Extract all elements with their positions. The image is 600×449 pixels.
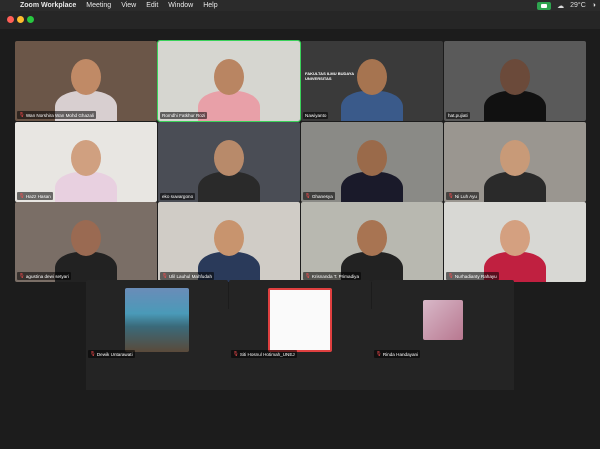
participant-video-body <box>198 172 260 202</box>
participant-tile[interactable]: 🎙 Ghanesya <box>301 122 443 202</box>
participant-video-face <box>357 220 387 256</box>
participant-name: Nurhadianty Rahayu <box>454 273 497 279</box>
participant-name: Krisnanda T. Primadiya <box>311 273 359 279</box>
weather-temperature[interactable]: 29°C <box>570 2 586 9</box>
mic-muted-icon: 🎙 <box>448 273 454 278</box>
participant-tile[interactable]: 🎙 Rinda Handayani <box>372 280 514 360</box>
participant-name: Ulil Lauhul Mahfudah <box>168 273 213 279</box>
profile-picture <box>125 288 189 352</box>
participant-name-label: Nawiyanto <box>303 112 329 119</box>
mic-muted-icon: 🎙 <box>305 273 311 278</box>
participant-name: Ni Luh Ayu <box>454 193 477 199</box>
participant-video-face <box>500 59 530 95</box>
participant-name: Ghanesya <box>311 193 333 199</box>
close-window-button[interactable] <box>7 16 14 23</box>
participant-video-face <box>71 140 101 176</box>
participant-video-body <box>341 91 403 121</box>
participant-name-label: 🎙 Ulil Lauhul Mahfudah <box>160 272 215 280</box>
participant-name: Hazz Hasan <box>25 193 51 199</box>
profile-picture <box>268 288 332 352</box>
participant-tile[interactable]: eko suwargono <box>158 122 300 202</box>
menu-app-name[interactable]: Zoom Workplace <box>20 0 76 11</box>
macos-menubar: Zoom Workplace Meeting View Edit Window … <box>0 0 600 11</box>
participant-name: eko suwargono <box>162 194 194 199</box>
participant-name-label: eko suwargono <box>160 193 196 200</box>
participant-name-label: 🎙 Ni Luh Ayu <box>446 192 479 200</box>
participant-name-label: 🎙 Krisnanda T. Primadiya <box>303 272 361 280</box>
menubar-status-area: ☁ 29°C ◑ <box>537 0 596 11</box>
mic-muted-icon: 🎙 <box>19 193 25 198</box>
participant-tile[interactable]: Romdhi Fatkhur Rozi <box>157 40 301 122</box>
participant-name: hat.pujiati <box>448 113 468 118</box>
participant-tile[interactable]: 🎙 Nurhadianty Rahayu <box>444 202 586 282</box>
participant-name-label: 🎙 Dewik Untarawati <box>88 350 135 358</box>
mic-muted-icon: 🎙 <box>162 273 168 278</box>
profile-picture <box>423 300 463 340</box>
participant-tile[interactable]: hat.pujiati <box>444 41 586 121</box>
participant-name: Nawiyanto <box>305 113 327 118</box>
participant-name: Dewik Untarawati <box>96 351 133 357</box>
zoom-window-button[interactable] <box>27 16 34 23</box>
participant-video-body <box>341 172 403 202</box>
participant-video-face <box>500 220 530 256</box>
participant-tile[interactable]: 🎙 Hazz Hasan <box>15 122 157 202</box>
menu-meeting[interactable]: Meeting <box>86 0 111 11</box>
control-center-icon[interactable]: ◑ <box>592 2 596 9</box>
mic-muted-icon: 🎙 <box>305 193 311 198</box>
menu-view[interactable]: View <box>121 0 136 11</box>
participant-video-face <box>500 140 530 176</box>
menu-help[interactable]: Help <box>203 0 217 11</box>
participant-name-label: 🎙 Siti Hosnul Hotimah_UNEJ <box>231 350 297 358</box>
participant-name-label: 🎙 Wan Norshira Wan Mohd Ghazali <box>17 111 96 119</box>
background-banner: FAKULTAS ILMU BUDAYA UNIVERSITAS <box>305 71 354 81</box>
participant-tile[interactable]: FAKULTAS ILMU BUDAYA UNIVERSITAS Nawiyant… <box>301 41 443 121</box>
participant-tile[interactable]: 🎙 Wan Norshira Wan Mohd Ghazali <box>15 41 157 121</box>
participant-video-body <box>484 172 546 202</box>
participant-name-label: 🎙 Hazz Hasan <box>17 192 53 200</box>
mic-muted-icon: 🎙 <box>233 351 239 356</box>
mic-muted-icon: 🎙 <box>90 351 96 356</box>
window-titlebar <box>0 11 600 29</box>
participant-video-face <box>214 220 244 256</box>
participant-tile[interactable]: 🎙 agustina dewi setyari <box>15 202 157 282</box>
zoom-camera-icon[interactable] <box>537 1 552 10</box>
participant-video-face <box>71 220 101 256</box>
participant-name-label: 🎙 agustina dewi setyari <box>17 272 71 280</box>
participant-name: Romdhi Fatkhur Rozi <box>162 113 206 118</box>
mic-muted-icon: 🎙 <box>19 112 25 117</box>
participant-tile[interactable]: 🎙 Krisnanda T. Primadiya <box>301 202 443 282</box>
participant-video-body <box>55 172 117 202</box>
participant-video-face <box>214 59 244 95</box>
participant-name: Rinda Handayani <box>382 351 419 357</box>
participant-tile[interactable]: 🎙 Ulil Lauhul Mahfudah <box>158 202 300 282</box>
participant-tile[interactable]: 🎙 Ni Luh Ayu <box>444 122 586 202</box>
mic-muted-icon: 🎙 <box>19 273 25 278</box>
participant-video-face <box>357 140 387 176</box>
participant-name-label: hat.pujiati <box>446 112 470 119</box>
participant-video-face <box>71 59 101 95</box>
participant-name-label: 🎙 Nurhadianty Rahayu <box>446 272 499 280</box>
participant-name-label: Romdhi Fatkhur Rozi <box>160 112 208 119</box>
minimize-window-button[interactable] <box>17 16 24 23</box>
participant-video-face <box>214 140 244 176</box>
menu-edit[interactable]: Edit <box>146 0 158 11</box>
mic-muted-icon: 🎙 <box>376 351 382 356</box>
participant-name: Wan Norshira Wan Mohd Ghazali <box>25 112 94 118</box>
mic-muted-icon: 🎙 <box>448 193 454 198</box>
participant-name-label: 🎙 Rinda Handayani <box>374 350 421 358</box>
participant-name: agustina dewi setyari <box>25 273 69 279</box>
participant-video-body <box>198 91 260 121</box>
participant-name: Siti Hosnul Hotimah_UNEJ <box>239 351 295 357</box>
participant-name-label: 🎙 Ghanesya <box>303 192 335 200</box>
participant-tile[interactable]: 🎙 Siti Hosnul Hotimah_UNEJ <box>229 280 371 360</box>
participant-tile[interactable]: 🎙 Dewik Untarawati <box>86 280 228 360</box>
cloud-icon: ☁ <box>557 2 565 10</box>
participant-video-body <box>484 91 546 121</box>
gallery-view: 🎙 Wan Norshira Wan Mohd Ghazali Romdhi Fat… <box>0 29 600 449</box>
menu-window[interactable]: Window <box>168 0 193 11</box>
